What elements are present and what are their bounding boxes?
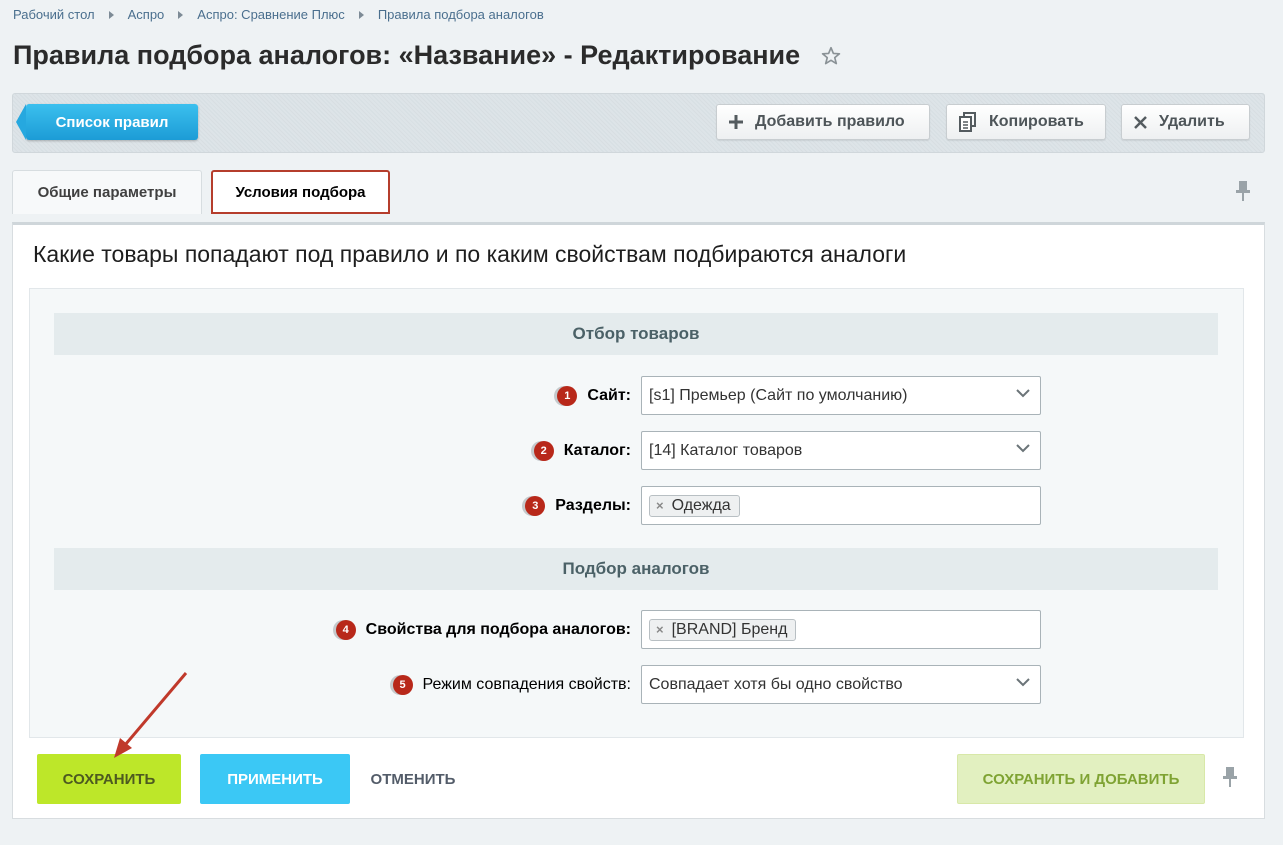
page-title-row: Правила подбора аналогов: «Название» - Р…: [13, 40, 842, 71]
plus-icon: [729, 115, 743, 129]
section-analog-selection: Подбор аналогов: [54, 548, 1218, 590]
catalog-label: 2 Каталог:: [533, 441, 631, 461]
page-title: Правила подбора аналогов: «Название» - Р…: [13, 40, 801, 70]
breadcrumb-item-aspro[interactable]: Аспро: [128, 7, 165, 22]
chevron-down-icon: [1016, 444, 1030, 453]
match-mode-select[interactable]: Совпадает хотя бы одно свойство: [641, 665, 1041, 704]
remove-tag-icon[interactable]: ×: [656, 498, 664, 513]
properties-label: 4 Свойства для подбора аналогов:: [335, 620, 631, 640]
apply-button[interactable]: ПРИМЕНИТЬ: [200, 754, 350, 804]
copy-button[interactable]: Копировать: [946, 104, 1106, 140]
step-badge-3: 3: [525, 496, 546, 516]
match-mode-label: 5 Режим совпадения свойств:: [392, 675, 631, 695]
breadcrumb: Рабочий стол Аспро Аспро: Сравнение Плюс…: [13, 7, 544, 22]
add-rule-button[interactable]: Добавить правило: [716, 104, 930, 140]
site-select[interactable]: [s1] Премьер (Сайт по умолчанию): [641, 376, 1041, 415]
delete-label: Удалить: [1159, 113, 1225, 130]
breadcrumb-item-rules[interactable]: Правила подбора аналогов: [378, 7, 544, 22]
catalog-select[interactable]: [14] Каталог товаров: [641, 431, 1041, 470]
step-badge-2: 2: [533, 441, 554, 461]
step-badge-1: 1: [557, 386, 578, 406]
panel-heading: Какие товары попадают под правило и по к…: [33, 241, 907, 267]
copy-icon: [959, 112, 977, 132]
chevron-down-icon: [1016, 678, 1030, 687]
tab-general-params[interactable]: Общие параметры: [12, 170, 202, 214]
delete-button[interactable]: Удалить: [1121, 104, 1250, 140]
step-badge-4: 4: [335, 620, 356, 640]
form-area: Отбор товаров 1 Сайт: [s1] Премьер (Сайт…: [29, 288, 1244, 738]
remove-tag-icon[interactable]: ×: [656, 622, 664, 637]
breadcrumb-separator-icon: [358, 10, 364, 19]
sections-label: 3 Разделы:: [525, 496, 631, 516]
rules-list-button[interactable]: Список правил: [16, 104, 198, 140]
step-badge-5: 5: [392, 675, 413, 695]
site-label: 1 Сайт:: [557, 386, 631, 406]
pin-icon[interactable]: [1234, 180, 1252, 207]
save-and-add-button[interactable]: СОХРАНИТЬ И ДОБАВИТЬ: [957, 754, 1205, 804]
breadcrumb-item-compare[interactable]: Аспро: Сравнение Плюс: [197, 7, 345, 22]
close-icon: [1134, 115, 1147, 129]
sections-multiselect[interactable]: × Одежда: [641, 486, 1041, 525]
chevron-down-icon: [1016, 389, 1030, 398]
favorite-star-icon[interactable]: [820, 45, 842, 67]
toolbar: Список правил Добавить правило Копироват…: [12, 93, 1265, 153]
selected-tag: × Одежда: [649, 494, 740, 517]
breadcrumb-separator-icon: [108, 10, 114, 19]
breadcrumb-item-desktop[interactable]: Рабочий стол: [13, 7, 95, 22]
properties-multiselect[interactable]: × [BRAND] Бренд: [641, 610, 1041, 649]
pin-icon[interactable]: [1221, 766, 1239, 793]
add-rule-label: Добавить правило: [755, 113, 905, 130]
cancel-button[interactable]: ОТМЕНИТЬ: [353, 754, 473, 804]
breadcrumb-separator-icon: [178, 10, 184, 19]
save-button[interactable]: СОХРАНИТЬ: [37, 754, 181, 804]
copy-label: Копировать: [989, 113, 1084, 130]
tab-content-panel: Какие товары попадают под правило и по к…: [12, 222, 1265, 819]
selected-tag: × [BRAND] Бренд: [649, 618, 797, 641]
tab-selection-conditions[interactable]: Условия подбора: [211, 170, 390, 214]
section-product-filter: Отбор товаров: [54, 313, 1218, 355]
